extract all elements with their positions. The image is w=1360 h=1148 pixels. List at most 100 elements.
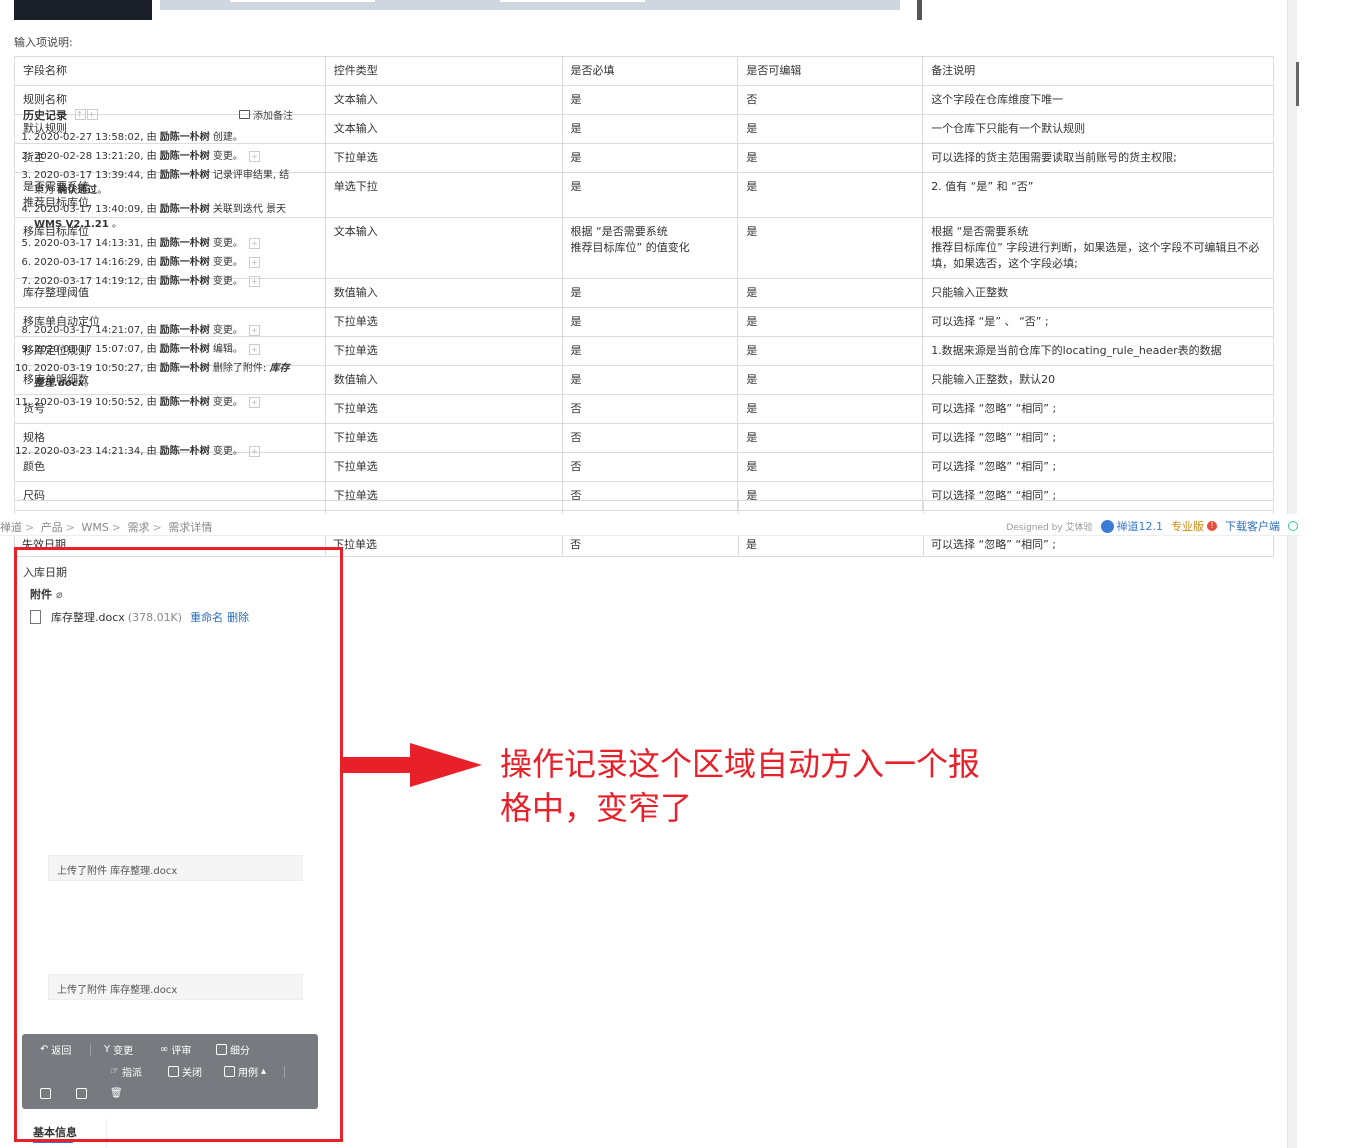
history-action: 变更。: [209, 151, 243, 162]
top-cropped-strip: [0, 0, 930, 20]
history-num: 8.: [21, 325, 31, 336]
active-tab-indicator: [33, 1140, 73, 1143]
subdivide-button[interactable]: 细分: [216, 1042, 250, 1057]
history-tail: 。: [84, 378, 95, 389]
history-user: 励陈一朴树: [159, 325, 210, 336]
file-name-link[interactable]: 库存整理.docx: [51, 609, 125, 625]
table-cell: 下拉单选: [324, 307, 563, 337]
history-time: 2020-03-17 15:07:07, 由: [34, 344, 160, 355]
expand-change-icon[interactable]: +: [248, 324, 260, 336]
history-time: 2020-02-28 13:21:20, 由: [34, 151, 160, 162]
breadcrumb-product[interactable]: 产品: [41, 521, 63, 534]
expand-change-icon[interactable]: +: [248, 256, 260, 268]
history-time: 2020-03-17 13:40:09, 由: [34, 204, 160, 215]
table-cell: 是: [737, 452, 924, 482]
history-item: 5. 2020-03-17 14:13:31, 由 励陈一朴树 变更。 +: [21, 236, 294, 251]
history-action: 变更。: [209, 257, 243, 268]
expand-change-icon[interactable]: +: [248, 396, 260, 408]
table-cell: 可以选择 “是” 、 “否” ;: [922, 307, 1274, 337]
table-cell: 文本输入: [324, 85, 563, 115]
delete-button[interactable]: 🗑: [110, 1088, 123, 1099]
table-cell: 是: [737, 278, 924, 308]
review-button[interactable]: ∞ 评审: [160, 1042, 191, 1057]
change-button[interactable]: Y 变更: [104, 1042, 133, 1057]
table-cell: 可以选择的货主范围需要读取当前账号的货主权限;: [922, 143, 1274, 173]
table-cell: 可以选择 “忽略” “相同” ;: [922, 452, 1274, 482]
expand-change-icon[interactable]: +: [248, 343, 260, 355]
expand-change-icon[interactable]: +: [248, 237, 260, 249]
history-action: 变更。: [209, 238, 243, 249]
table-cell: 可以选择 “忽略” “相同” ;: [931, 538, 1056, 551]
edit-icon: [40, 1088, 51, 1099]
history-user: 励陈一朴树: [159, 276, 210, 287]
edit-button[interactable]: [40, 1088, 51, 1099]
table-header-row: 字段名称 控件类型 是否必填 是否可编辑 备注说明: [14, 56, 1274, 86]
download-client-link[interactable]: 下载客户端: [1225, 518, 1280, 534]
history-action: 变更。: [209, 325, 243, 336]
expand-change-icon[interactable]: +: [248, 275, 260, 287]
rename-link[interactable]: 重命名: [190, 609, 223, 625]
history-user: 励陈一朴树: [159, 344, 210, 355]
history-item: 10. 2020-03-19 10:50:27, 由 励陈一朴树 删除了附件: 库…: [15, 361, 294, 391]
designed-by: Designed by 艾体验: [1006, 522, 1093, 533]
breadcrumb-wms[interactable]: WMS: [81, 521, 108, 534]
table-cell: 是: [561, 114, 739, 144]
breadcrumb: 禅道 > 产品 > WMS > 需求 > 需求详情: [0, 521, 213, 534]
history-tail: 。: [108, 219, 123, 230]
history-action: 变更。: [209, 276, 243, 287]
history-item: 8. 2020-03-17 14:21:07, 由 励陈一朴树 变更。 +: [21, 323, 294, 338]
table-cell: 是: [561, 336, 739, 366]
expand-change-icon[interactable]: +: [248, 150, 260, 162]
history-num: 6.: [21, 257, 31, 268]
copy-button[interactable]: [76, 1088, 87, 1099]
expand-all-icon[interactable]: +: [87, 109, 98, 120]
add-note-button[interactable]: 添加备注: [239, 107, 293, 122]
delete-link[interactable]: 删除: [227, 609, 249, 625]
paperclip-icon: ⌀: [56, 588, 63, 601]
image-edge: [917, 0, 922, 20]
table-cell: 否: [737, 85, 924, 115]
table-cell: 下拉单选: [333, 538, 377, 551]
table-cell: 数值输入: [324, 365, 563, 395]
table-cell: 一个仓库下只能有一个默认规则: [922, 114, 1274, 144]
history-num: 1.: [21, 132, 31, 143]
table-cell: 这个字段在仓库维度下唯一: [922, 85, 1274, 115]
history-num: 5.: [21, 238, 31, 249]
history-num: 10.: [15, 363, 31, 374]
history-num: 3.: [21, 170, 31, 181]
close-button[interactable]: 关闭: [168, 1064, 202, 1079]
table-cell: 下拉单选: [324, 336, 563, 366]
scrollbar-thumb[interactable]: [1296, 62, 1299, 106]
breadcrumb-home[interactable]: 禅道: [0, 521, 22, 534]
expand-change-icon[interactable]: +: [248, 445, 260, 457]
case-dropdown[interactable]: 用例 ▴: [224, 1064, 266, 1079]
history-extra: WMS V2.1.21: [34, 219, 109, 230]
table-cell: 是: [737, 114, 924, 144]
history-item: 11. 2020-03-19 10:50:52, 由 励陈一朴树 变更。 +: [15, 395, 294, 410]
breadcrumb-story[interactable]: 需求: [128, 521, 150, 534]
history-num: 12.: [15, 446, 31, 457]
back-button[interactable]: ↶ 返回: [40, 1042, 71, 1057]
version-link[interactable]: 禅道12.1: [1100, 518, 1163, 534]
hand-icon: ☞: [110, 1066, 119, 1077]
input-fragment: [500, 0, 645, 2]
history-time: 2020-02-27 13:58:02, 由: [34, 132, 160, 143]
page-scrollbar[interactable]: [1287, 0, 1299, 1148]
section-label: 输入项说明:: [14, 36, 73, 49]
table-cell: 文本输入: [324, 114, 563, 144]
assign-button[interactable]: ☞ 指派: [110, 1064, 142, 1079]
table-cell: 只能输入正整数，默认20: [922, 365, 1274, 395]
table-cell: 文本输入: [324, 217, 563, 279]
table-header-cell: 备注说明: [922, 56, 1274, 86]
table-cell: 否: [561, 394, 739, 424]
action-toolbar: ↶ 返回 Y 变更 ∞ 评审 细分 ☞ 指派 关闭 用例 ▴ 🗑: [22, 1034, 318, 1109]
basic-info-tab[interactable]: 基本信息: [33, 1124, 77, 1140]
table-cell: 根据 “是否需要系统 推荐目标库位” 字段进行判断，如果选是，这个字段不可编辑且…: [922, 217, 1274, 279]
history-extra: 确认通过: [57, 185, 98, 196]
table-cell: 是: [746, 538, 757, 551]
table-cell: 下拉单选: [324, 423, 563, 453]
attachments-title: 附件 ⌀: [30, 588, 63, 601]
caret-up-icon: ▴: [261, 1066, 267, 1077]
edition-link[interactable]: 专业版!: [1171, 518, 1217, 534]
collapse-icon[interactable]: ↑: [75, 109, 86, 120]
